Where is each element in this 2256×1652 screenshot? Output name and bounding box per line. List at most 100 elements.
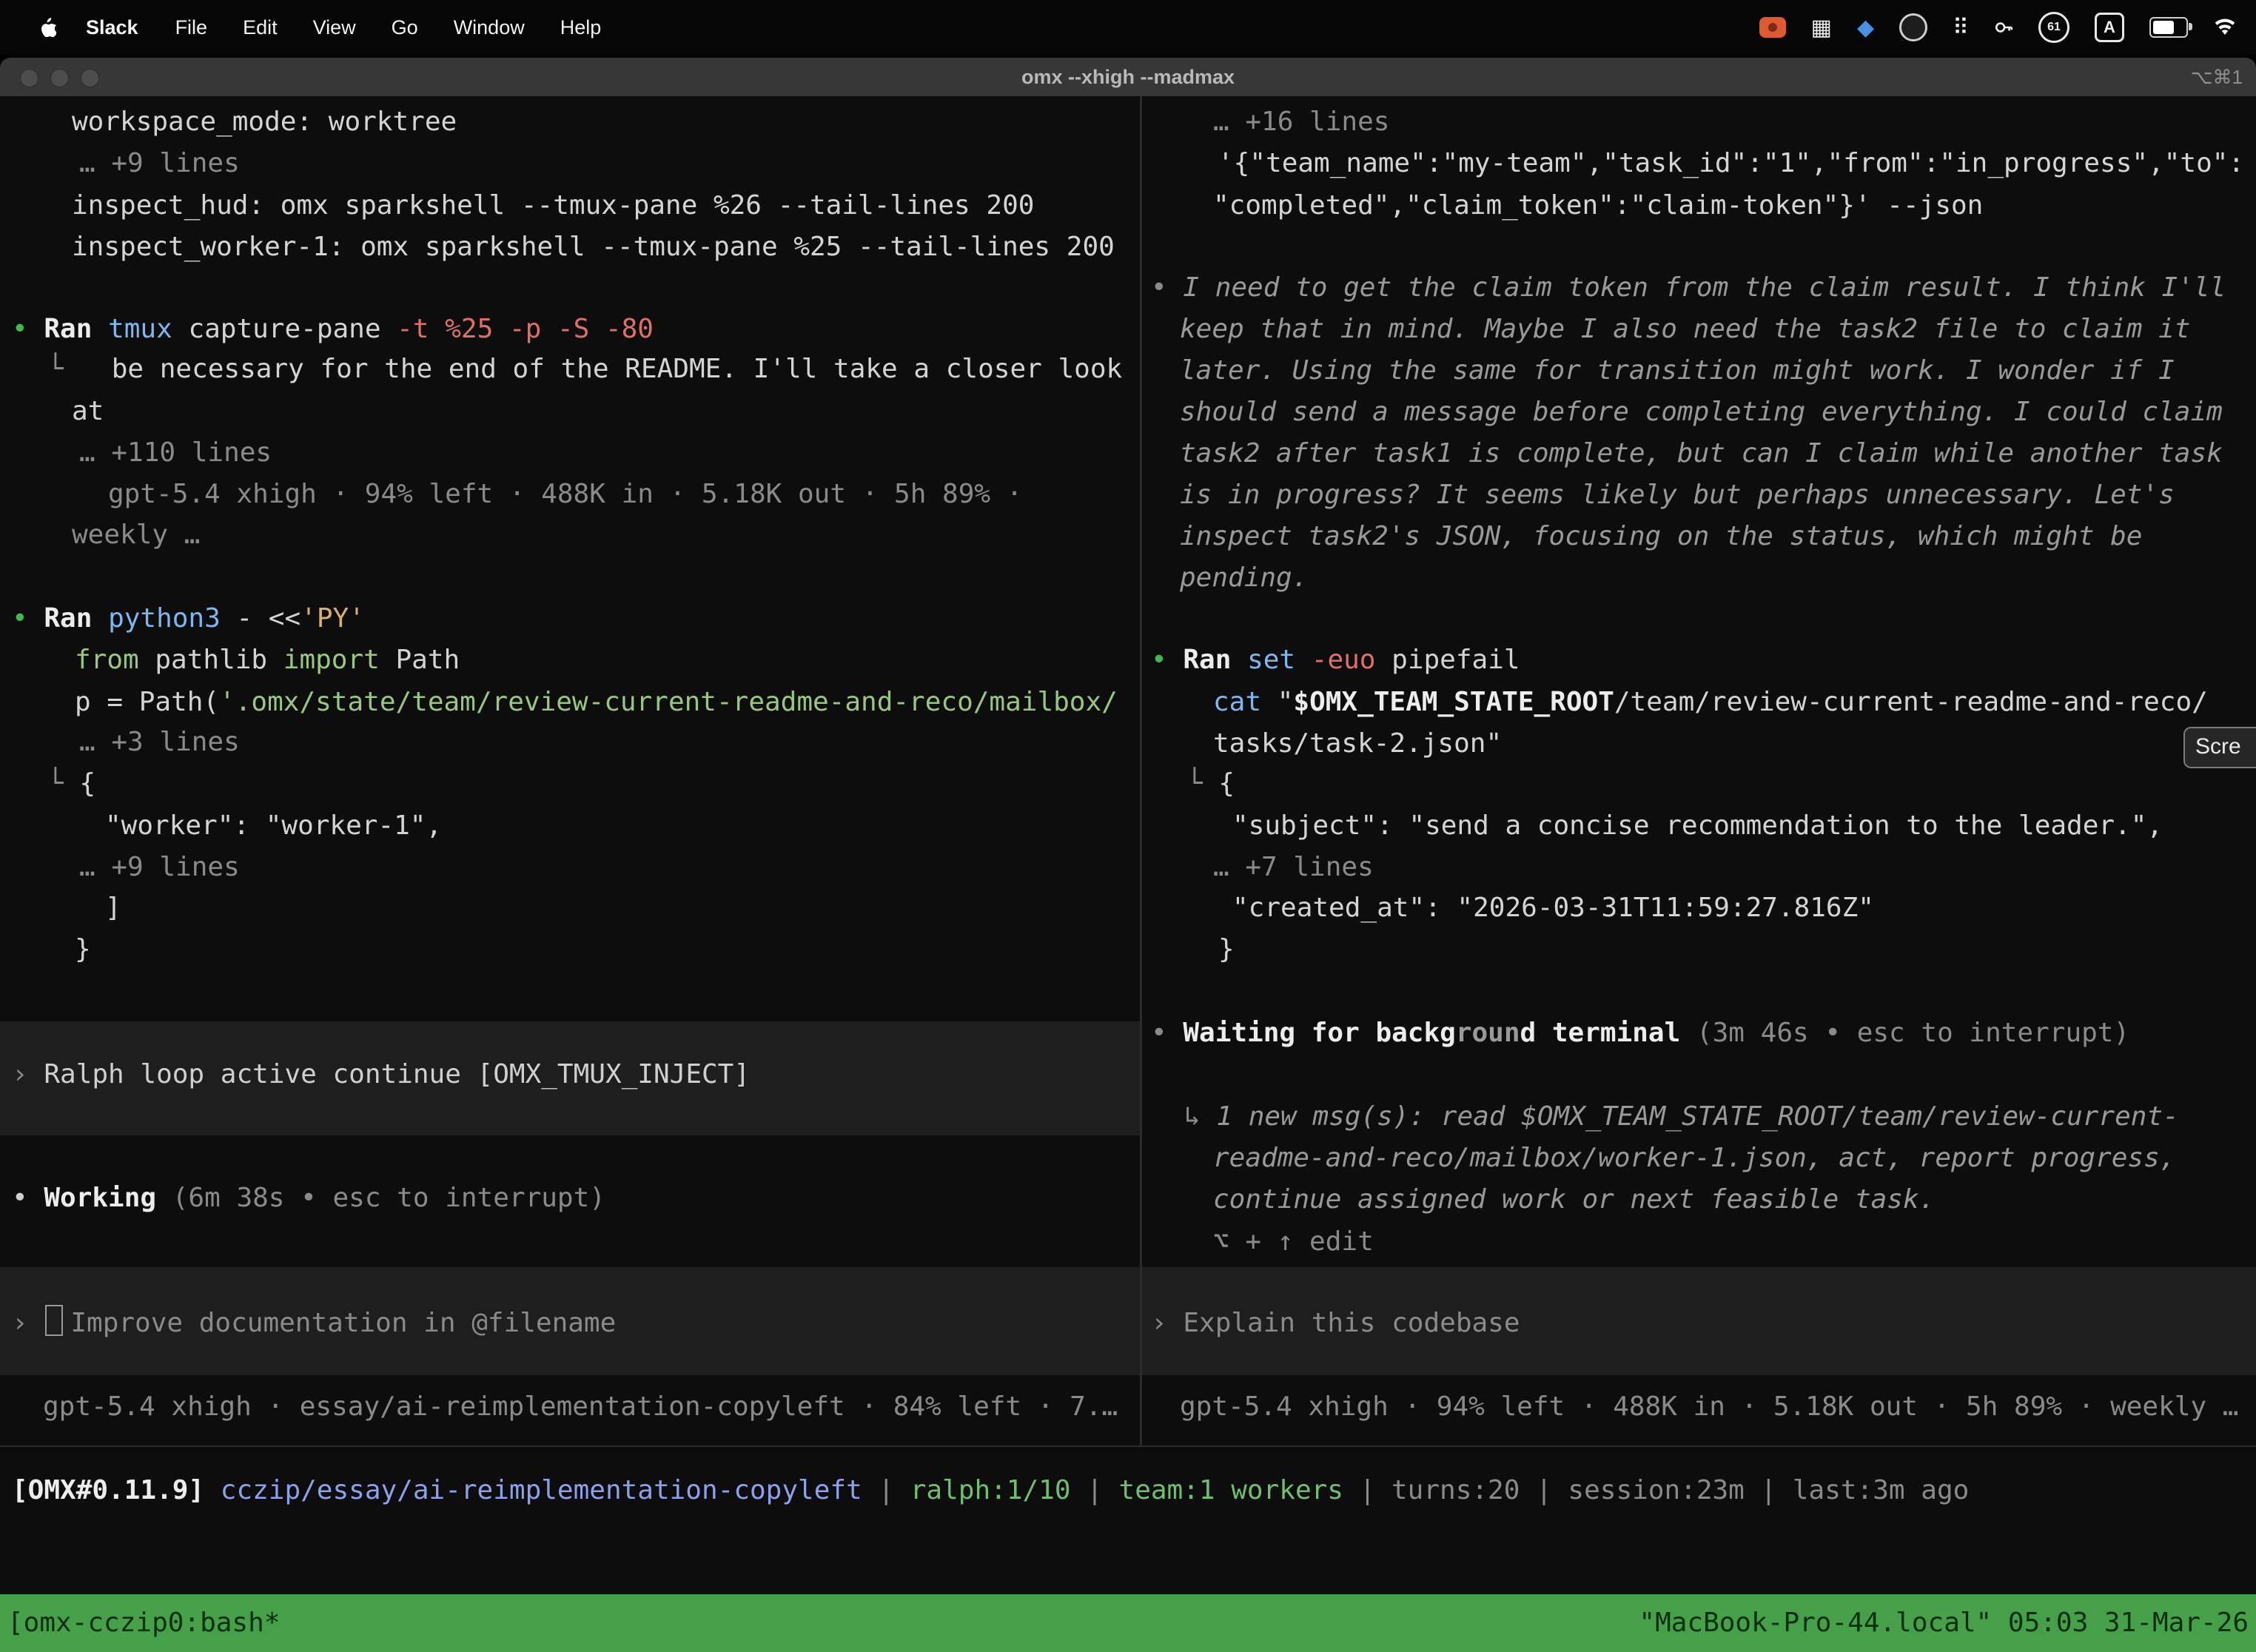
raycast-icon[interactable]: ◆	[1857, 15, 1874, 41]
input-source-icon[interactable]: A	[2095, 13, 2124, 42]
terminal-line: at	[72, 391, 104, 432]
battery-icon[interactable]	[2149, 17, 2188, 38]
text-segment: keep that in mind. Maybe I also need the…	[1180, 314, 2190, 344]
menu-bar-left: Slack FileEditViewGoWindowHelp	[0, 16, 619, 39]
terminal-line: inspect task2's JSON, focusing on the st…	[1180, 516, 2142, 557]
text-segment: python3	[108, 603, 236, 634]
menu-go[interactable]: Go	[374, 16, 436, 38]
text-segment: /team/review-current-readme-and-reco/	[1614, 687, 2208, 717]
text-segment: |	[1745, 1475, 1793, 1505]
text-segment: |	[1520, 1475, 1568, 1505]
text-segment: |	[1071, 1475, 1119, 1505]
terminal-line: ]	[105, 887, 121, 929]
tmux-pane-divider[interactable]	[1140, 96, 1142, 1446]
text-segment: … +7 lines	[1213, 852, 1374, 882]
menu-window[interactable]: Window	[436, 16, 543, 38]
text-segment: -euo	[1312, 645, 1391, 675]
text-segment: {	[79, 768, 95, 799]
terminal-line: • Ran python3 - <<'PY'	[12, 598, 365, 639]
key-icon[interactable]	[1994, 18, 2013, 37]
terminal-line: … +7 lines	[1213, 847, 1374, 888]
wifi-icon[interactable]	[2213, 19, 2237, 36]
menu-view[interactable]: View	[295, 16, 374, 38]
text-segment: Ralph loop active continue [OMX_TMUX_INJ…	[44, 1059, 750, 1089]
battery-percent-widget[interactable]: 61	[2038, 12, 2069, 43]
text-segment: p = Path(	[75, 687, 219, 717]
text-segment: "	[1278, 687, 1294, 717]
text-segment: - <<	[236, 603, 301, 634]
text-segment: cat	[1213, 687, 1278, 717]
terminal-line: pending.	[1180, 557, 1308, 599]
text-segment: (3m 46s • esc to interrupt)	[1680, 1018, 2129, 1048]
terminal-line: • Waiting for background terminal (3m 46…	[1151, 1013, 2129, 1054]
text-segment: •	[12, 603, 44, 634]
terminal-line: › Improve documentation in @filename	[12, 1303, 616, 1344]
text-segment: inspect_worker-1: omx sparkshell --tmux-…	[72, 232, 1115, 262]
terminal-line: from pathlib import Path	[75, 639, 460, 681]
apple-menu-icon[interactable]	[30, 18, 67, 37]
terminal-line: ↳ 1 new msg(s): read $OMX_TEAM_STATE_ROO…	[1184, 1096, 2179, 1138]
text-segment: is in progress? It seems likely but perh…	[1180, 480, 2175, 510]
menu-file[interactable]: File	[158, 16, 226, 38]
terminal-line: • Ran tmux capture-pane -t %25 -p -S -80	[12, 309, 654, 350]
text-segment: session:23m	[1568, 1475, 1744, 1505]
terminal-line: '{"team_name":"my-team","task_id":"1","f…	[1218, 143, 2244, 184]
terminal-line: gpt-5.4 xhigh · 94% left · 488K in · 5.1…	[1180, 1386, 2238, 1428]
terminal-line: › Ralph loop active continue [OMX_TMUX_I…	[12, 1054, 750, 1095]
menu-app-name[interactable]: Slack	[67, 16, 158, 39]
screenshot-notification-clipped[interactable]: Scre	[2183, 727, 2256, 768]
text-segment: inspect task2's JSON, focusing on the st…	[1180, 521, 2142, 551]
dots-grid-icon[interactable]: ⠿	[1953, 15, 1969, 41]
terminal-line: "worker": "worker-1",	[105, 805, 442, 847]
grid-app-icon[interactable]: ▦	[1811, 15, 1832, 41]
text-segment: └	[47, 768, 79, 799]
terminal-line: weekly …	[72, 514, 200, 556]
text-segment: •	[12, 314, 44, 344]
text-segment: last:3m ago	[1793, 1475, 1969, 1505]
text-segment: Waiting for backg	[1183, 1018, 1455, 1048]
terminal-line: task2 after task1 is complete, but can I…	[1180, 433, 2223, 474]
menu-help[interactable]: Help	[543, 16, 620, 38]
terminal-line: later. Using the same for transition mig…	[1180, 350, 2175, 392]
terminal-line: • I need to get the claim token from the…	[1151, 267, 2226, 309]
terminal-line: … +16 lines	[1213, 101, 1389, 143]
screen-record-indicator-icon[interactable]	[1759, 17, 1786, 38]
terminal-line: ⌥ + ↑ edit	[1213, 1221, 1374, 1263]
terminal-line: "subject": "send a concise recommendatio…	[1232, 805, 2163, 847]
text-cursor	[45, 1305, 63, 1336]
text-segment: }	[1218, 934, 1235, 964]
text-segment: pathlib	[155, 645, 283, 675]
terminal-line: › Explain this codebase	[1151, 1303, 1520, 1344]
text-segment: later. Using the same for transition mig…	[1180, 355, 2175, 386]
terminal-line: … +9 lines	[79, 143, 240, 184]
key-glyph-icon	[1994, 18, 2013, 37]
text-segment: weekly …	[72, 520, 200, 550]
apple-icon	[40, 18, 56, 37]
text-segment: tasks/task-2.json"	[1213, 728, 1502, 759]
text-segment: be necessary for the end of the README. …	[64, 354, 1122, 384]
text-segment: •	[12, 1183, 44, 1213]
text-segment: turns:20	[1391, 1475, 1520, 1505]
text-segment: "worker": "worker-1",	[105, 810, 442, 841]
text-segment: cczip/essay/ai-reimplementation-copyleft	[221, 1475, 862, 1505]
terminal-line: inspect_hud: omx sparkshell --tmux-pane …	[72, 185, 1034, 226]
terminal-line: └ be necessary for the end of the README…	[47, 349, 1122, 390]
text-segment: … +3 lines	[79, 727, 240, 757]
menu-edit[interactable]: Edit	[225, 16, 295, 38]
text-segment: d terminal	[1520, 1018, 1681, 1048]
dark-circle-app-icon[interactable]	[1899, 13, 1927, 41]
menu-bar: Slack FileEditViewGoWindowHelp ▦ ◆ ⠿ 61 …	[0, 0, 2256, 55]
window-title-bar[interactable]: omx --xhigh --madmax ⌥⌘1	[0, 58, 2256, 98]
text-segment: |	[862, 1475, 910, 1505]
status-separator	[0, 1446, 2256, 1447]
text-segment: Working	[44, 1183, 156, 1213]
wifi-glyph-icon	[2213, 19, 2237, 36]
text-segment: {	[1218, 768, 1235, 799]
tmux-session-label[interactable]: [omx-cczip0:bash*	[0, 1594, 280, 1652]
terminal-line: "created_at": "2026-03-31T11:59:27.816Z"	[1232, 887, 1874, 929]
tmux-host-clock: "MacBook-Pro-44.local" 05:03 31-Mar-26	[1639, 1594, 2256, 1652]
text-segment: I need to get the claim token from the c…	[1183, 272, 2226, 303]
terminal-line: keep that in mind. Maybe I also need the…	[1180, 309, 2190, 350]
terminal-line: … +110 lines	[79, 432, 272, 474]
text-segment: "subject": "send a concise recommendatio…	[1232, 810, 2163, 841]
